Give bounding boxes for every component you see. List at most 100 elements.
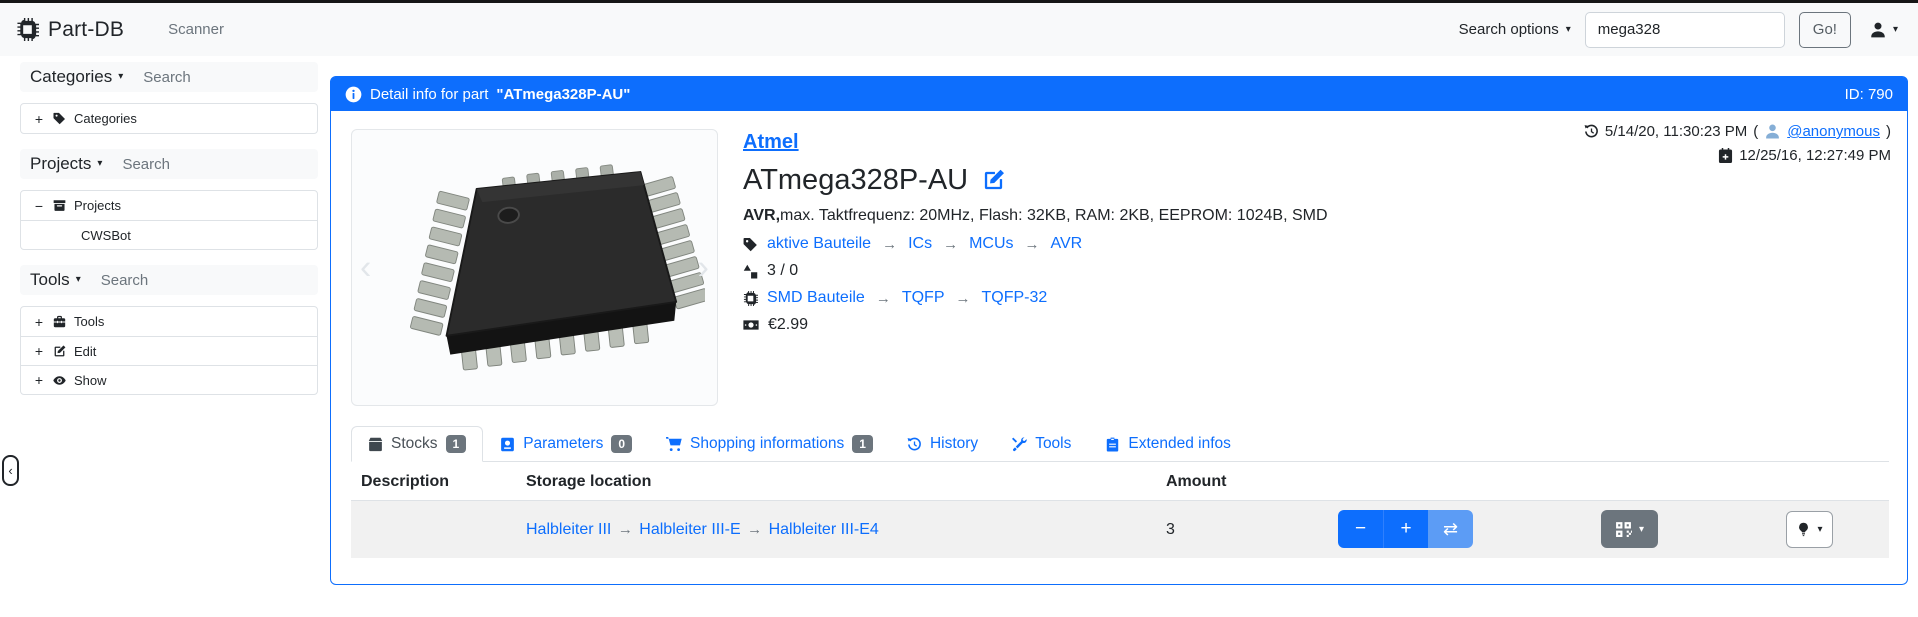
arrow-icon: → — [745, 521, 764, 538]
storage-location-cell: Halbleiter III → Halbleiter III-E → Halb… — [526, 521, 1166, 539]
move-stock-button[interactable]: ⇄ — [1428, 510, 1473, 548]
column-header-amount: Amount — [1166, 473, 1326, 491]
tag-icon — [53, 112, 66, 125]
tree-item-tools[interactable]: + Tools — [21, 307, 317, 336]
projects-title: Projects — [30, 154, 91, 174]
add-stock-button[interactable]: + — [1383, 510, 1428, 548]
tab-extended-infos[interactable]: Extended infos — [1088, 426, 1248, 462]
carousel-next-icon[interactable]: › — [698, 248, 709, 287]
footprint-link[interactable]: TQFP — [902, 289, 945, 307]
box-icon — [368, 437, 383, 452]
user-menu-dropdown[interactable]: ▾ — [1865, 21, 1902, 39]
stock-amount-row: 3 / 0 — [743, 262, 1503, 280]
search-options-dropdown[interactable]: Search options ▾ — [1459, 21, 1571, 38]
tab-stocks[interactable]: Stocks 1 — [351, 426, 483, 462]
stock-amount: 3 / 0 — [767, 262, 798, 280]
tools-panel-header: Tools ▾ — [20, 265, 318, 295]
history-icon — [1584, 124, 1599, 139]
navbar: Part-DB Scanner Search options ▾ Go! ▾ — [0, 3, 1918, 56]
tab-label: Extended infos — [1128, 435, 1231, 453]
projects-search-input[interactable] — [122, 156, 252, 173]
clipboard-icon — [1105, 437, 1120, 452]
edit-part-icon[interactable] — [982, 169, 1005, 192]
tab-badge: 1 — [852, 435, 873, 453]
category-link[interactable]: MCUs — [969, 235, 1013, 253]
part-image-carousel[interactable]: ‹ › — [351, 129, 718, 406]
part-info: Atmel ATmega328P-AU AVR,max. Taktfrequen… — [743, 131, 1503, 343]
user-link[interactable]: @anonymous — [1787, 123, 1880, 140]
footprint-link[interactable]: TQFP-32 — [982, 289, 1048, 307]
projects-dropdown[interactable]: Projects ▾ — [30, 154, 102, 174]
tree-item-projects[interactable]: − Projects — [21, 191, 317, 220]
tools-dropdown[interactable]: Tools ▾ — [30, 270, 81, 290]
tree-item-show[interactable]: + Show — [21, 365, 317, 394]
paren-open: ( — [1753, 123, 1758, 140]
storage-location-link[interactable]: Halbleiter III — [526, 521, 611, 538]
tab-history[interactable]: History — [890, 426, 995, 462]
tab-tools[interactable]: Tools — [995, 426, 1088, 462]
categories-title: Categories — [30, 67, 112, 87]
storage-location-link[interactable]: Halbleiter III-E — [639, 521, 740, 538]
sidebar-collapse-button[interactable]: ‹ — [2, 455, 19, 486]
expand-icon[interactable]: + — [33, 372, 45, 388]
footprint-row: SMD Bauteile → TQFP → TQFP-32 — [743, 289, 1503, 307]
info-circle-icon — [345, 86, 362, 103]
categories-tree: + Categories — [20, 103, 318, 134]
created-value: 12/25/16, 12:27:49 PM — [1739, 147, 1891, 164]
categories-search-input[interactable] — [143, 69, 273, 86]
carousel-prev-icon[interactable]: ‹ — [360, 248, 371, 287]
withdraw-stock-button[interactable]: − — [1338, 510, 1383, 548]
brand-home-link[interactable]: Part-DB — [16, 18, 124, 42]
tree-item-label: Show — [74, 373, 107, 388]
price-row: €2.99 — [743, 316, 1503, 334]
category-link[interactable]: ICs — [908, 235, 932, 253]
last-modified-line: 5/14/20, 11:30:23 PM ( @anonymous) — [1584, 123, 1891, 140]
history-icon — [907, 437, 922, 452]
expand-icon[interactable]: + — [33, 314, 45, 330]
caret-down-icon: ▾ — [76, 275, 81, 285]
footprint-link[interactable]: SMD Bauteile — [767, 289, 865, 307]
tab-label: Shopping informations — [690, 435, 844, 453]
arrow-icon: → — [874, 290, 893, 307]
calendar-plus-icon — [1718, 148, 1733, 163]
pen-square-icon — [53, 345, 66, 358]
locate-dropdown[interactable]: ▾ — [1786, 511, 1833, 548]
tree-item-edit[interactable]: + Edit — [21, 336, 317, 365]
column-header-description: Description — [351, 473, 526, 491]
column-header-storage-location: Storage location — [526, 473, 1166, 491]
storage-location-link[interactable]: Halbleiter III-E4 — [769, 521, 879, 538]
user-icon — [1869, 21, 1887, 39]
go-button[interactable]: Go! — [1799, 12, 1851, 48]
categories-dropdown[interactable]: Categories ▾ — [30, 67, 123, 87]
tab-label: Tools — [1035, 435, 1071, 453]
parameters-icon — [500, 437, 515, 452]
category-row: aktive Bauteile → ICs → MCUs → AVR — [743, 235, 1503, 253]
label-generator-dropdown[interactable]: ▾ — [1601, 510, 1658, 548]
tools-tree: + Tools + Edit + Show — [20, 306, 318, 395]
cart-icon — [666, 436, 682, 452]
search-input[interactable] — [1585, 12, 1785, 48]
tab-badge: 1 — [446, 435, 467, 453]
tree-item-categories[interactable]: + Categories — [21, 104, 317, 133]
tab-shopping-informations[interactable]: Shopping informations 1 — [649, 426, 890, 462]
tree-item-cwsbot[interactable]: CWSBot — [21, 220, 317, 249]
manufacturer-link[interactable]: Atmel — [743, 131, 799, 154]
category-link[interactable]: aktive Bauteile — [767, 235, 871, 253]
expand-icon[interactable]: + — [33, 343, 45, 359]
tab-parameters[interactable]: Parameters 0 — [483, 426, 649, 462]
shapes-icon — [743, 264, 758, 279]
collapse-icon[interactable]: − — [33, 198, 45, 214]
caret-down-icon: ▾ — [1566, 25, 1571, 35]
qrcode-icon — [1615, 521, 1632, 538]
description-bold: AVR, — [743, 207, 780, 224]
tools-search-input[interactable] — [101, 272, 231, 289]
stock-table: Description Storage location Amount Halb… — [351, 463, 1889, 558]
arrow-icon: → — [941, 236, 960, 253]
nav-item-scanner[interactable]: Scanner — [168, 21, 224, 38]
chevron-left-icon: ‹ — [8, 463, 12, 478]
category-link[interactable]: AVR — [1051, 235, 1083, 253]
part-title: ATmega328P-AU — [743, 164, 968, 197]
caret-down-icon: ▾ — [1639, 524, 1644, 535]
arrow-icon: → — [1023, 236, 1042, 253]
expand-icon[interactable]: + — [33, 111, 45, 127]
